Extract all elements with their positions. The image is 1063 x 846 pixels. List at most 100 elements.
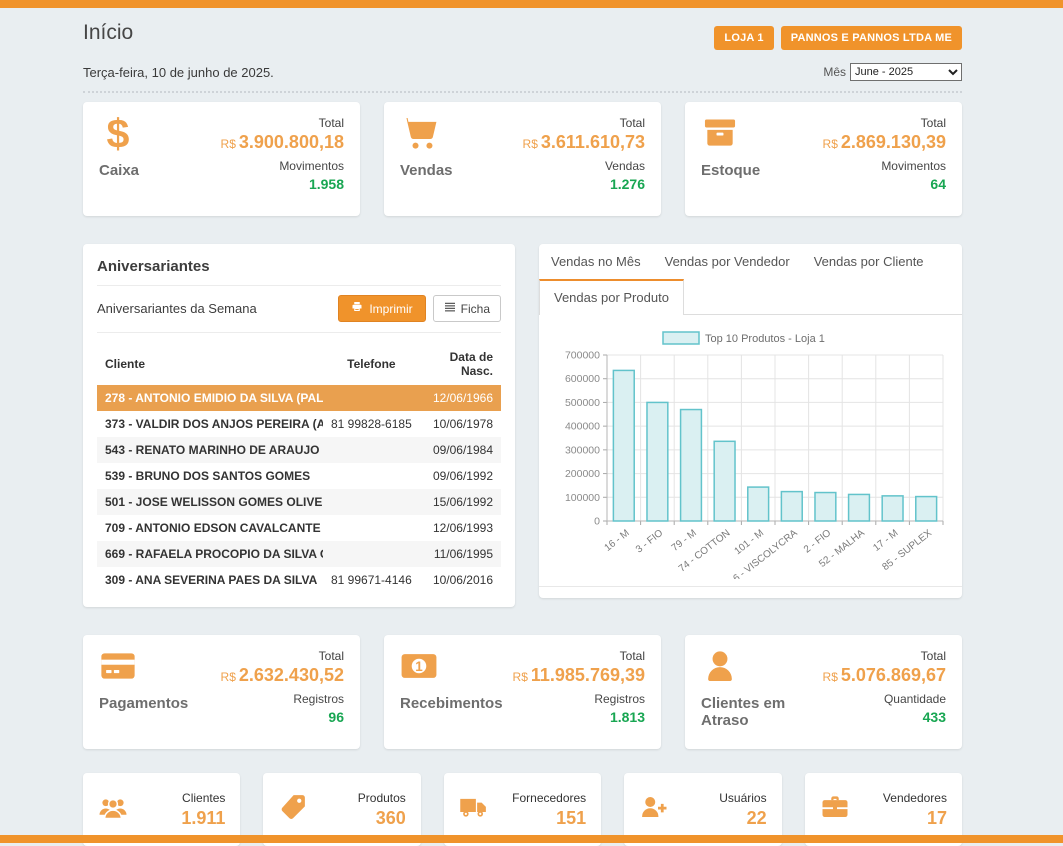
table-row[interactable]: 543 - RENATO MARINHO DE ARAUJO (F...09/0… xyxy=(97,437,501,463)
svg-text:3 - FIO: 3 - FIO xyxy=(634,528,665,556)
svg-text:0: 0 xyxy=(594,516,600,528)
stat-card-vendas: VendasTotalR$3.611.610,73Vendas1.276 xyxy=(384,102,661,216)
svg-text:$: $ xyxy=(107,114,130,152)
mini-card-value: 360 xyxy=(358,808,406,829)
birthdays-panel: Aniversariantes Aniversariantes da Seman… xyxy=(83,244,515,607)
ficha-button[interactable]: Ficha xyxy=(433,295,501,322)
birthdays-table-header: Cliente Telefone Data de Nasc. xyxy=(97,343,501,385)
print-icon xyxy=(351,301,363,316)
stat-count-value: 1.813 xyxy=(513,709,645,725)
stat-count-value: 96 xyxy=(221,709,344,725)
company-badge-button[interactable]: PANNOS E PANNOS LTDA ME xyxy=(781,26,962,50)
currency-prefix: R$ xyxy=(513,670,528,684)
cell-phone xyxy=(323,385,420,411)
currency-prefix: R$ xyxy=(221,670,236,684)
birthdays-buttons: Imprimir Ficha xyxy=(338,295,501,322)
dotted-separator xyxy=(83,91,962,93)
stat-card-left: $ Caixa xyxy=(99,114,139,204)
stat-card-label: Pagamentos xyxy=(99,695,188,712)
birthdays-table: Cliente Telefone Data de Nasc. 278 - ANT… xyxy=(97,343,501,593)
user-icon xyxy=(701,647,823,690)
svg-text:500000: 500000 xyxy=(565,397,600,409)
month-label: Mês xyxy=(823,65,846,79)
stat-total-label: Total xyxy=(221,649,344,663)
print-button[interactable]: Imprimir xyxy=(338,295,425,322)
stat-card-label: Clientes em Atraso xyxy=(701,695,823,729)
credit-card-icon xyxy=(99,647,188,690)
cell-birthdate: 15/06/1992 xyxy=(420,489,501,515)
users-icon xyxy=(98,792,128,827)
stat-card-right: TotalR$3.611.610,73Vendas1.276 xyxy=(523,114,645,204)
mini-card-right: Clientes1.911 xyxy=(181,791,225,829)
stat-card-label: Recebimentos xyxy=(400,695,503,712)
cell-phone xyxy=(323,489,420,515)
table-row[interactable]: 669 - RAFAELA PROCOPIO DA SILVA CA...11/… xyxy=(97,541,501,567)
panels-row: Aniversariantes Aniversariantes da Seman… xyxy=(83,244,962,607)
dollar-icon: $ xyxy=(99,114,139,157)
currency-prefix: R$ xyxy=(823,670,838,684)
sales-tabs-row-1: Vendas no MêsVendas por VendedorVendas p… xyxy=(539,244,962,279)
table-row[interactable]: 309 - ANA SEVERINA PAES DA SILVA81 99671… xyxy=(97,567,501,593)
cell-client: 539 - BRUNO DOS SANTOS GOMES xyxy=(97,463,323,489)
table-row[interactable]: 501 - JOSE WELISSON GOMES OLIVEIR...15/0… xyxy=(97,489,501,515)
table-row[interactable]: 539 - BRUNO DOS SANTOS GOMES09/06/1992 xyxy=(97,463,501,489)
stat-total-amount: 3.611.610,73 xyxy=(541,132,645,152)
mini-card-right: Usuários22 xyxy=(719,791,766,829)
tab-vendas-por-vendedor[interactable]: Vendas por Vendedor xyxy=(653,244,802,279)
stat-total-value: R$5.076.869,67 xyxy=(823,665,946,686)
stat-total-label: Total xyxy=(513,649,645,663)
currency-prefix: R$ xyxy=(523,137,538,151)
stat-total-amount: 5.076.869,67 xyxy=(841,665,946,685)
box-icon xyxy=(701,114,760,157)
tab-vendas-por-cliente[interactable]: Vendas por Cliente xyxy=(802,244,936,279)
stat-count-value: 1.958 xyxy=(221,176,344,192)
cell-phone xyxy=(323,463,420,489)
stat-card-pagamentos: PagamentosTotalR$2.632.430,52Registros96 xyxy=(83,635,360,749)
stat-total-amount: 2.632.430,52 xyxy=(239,665,344,685)
stat-total-value: R$11.985.769,39 xyxy=(513,665,645,686)
briefcase-icon xyxy=(820,792,850,827)
month-filter: Mês June - 2025 xyxy=(823,63,962,81)
list-icon xyxy=(444,301,456,316)
tabs-filler xyxy=(684,279,962,315)
date-text: Terça-feira, 10 de junho de 2025. xyxy=(83,65,274,80)
stat-card-label: Estoque xyxy=(701,162,760,179)
stat-card-left: 1Recebimentos xyxy=(400,647,503,737)
stat-count-value: 64 xyxy=(823,176,946,192)
svg-text:400000: 400000 xyxy=(565,421,600,433)
table-row[interactable]: 278 - ANTONIO EMIDIO DA SILVA (PALE...12… xyxy=(97,385,501,411)
stat-card-left: Clientes em Atraso xyxy=(701,647,823,737)
stat-count-value: 433 xyxy=(823,709,946,725)
table-row[interactable]: 373 - VALDIR DOS ANJOS PEREIRA (AN...81 … xyxy=(97,411,501,437)
month-select[interactable]: June - 2025 xyxy=(850,63,962,81)
stat-total-label: Total xyxy=(523,116,645,130)
stat-count-label: Registros xyxy=(513,692,645,706)
cell-client: 309 - ANA SEVERINA PAES DA SILVA xyxy=(97,567,323,593)
tab-vendas-no-mes[interactable]: Vendas no Mês xyxy=(539,244,653,279)
tab-vendas-por-produto[interactable]: Vendas por Produto xyxy=(539,279,684,315)
stat-cards-row-2: PagamentosTotalR$2.632.430,52Registros96… xyxy=(83,635,962,749)
currency-prefix: R$ xyxy=(221,137,236,151)
mini-card-value: 1.911 xyxy=(181,808,225,829)
top-accent-bar xyxy=(0,0,1063,8)
truck-icon xyxy=(459,792,489,827)
sales-panel: Vendas no MêsVendas por VendedorVendas p… xyxy=(539,244,962,598)
svg-text:17 - M: 17 - M xyxy=(871,528,900,554)
column-header-cliente: Cliente xyxy=(97,343,323,385)
column-header-telefone: Telefone xyxy=(323,343,420,385)
mini-card-label: Produtos xyxy=(358,791,406,805)
stat-total-value: R$2.632.430,52 xyxy=(221,665,344,686)
mini-card-label: Vendedores xyxy=(883,791,947,805)
stat-card-left: Pagamentos xyxy=(99,647,188,737)
mini-card-right: Fornecedores151 xyxy=(512,791,586,829)
cell-phone xyxy=(323,515,420,541)
stat-card-label: Caixa xyxy=(99,162,139,179)
stat-card-estoque: EstoqueTotalR$2.869.130,39Movimentos64 xyxy=(685,102,962,216)
stat-card-right: TotalR$2.632.430,52Registros96 xyxy=(221,647,344,737)
table-row[interactable]: 709 - ANTONIO EDSON CAVALCANTE D...12/06… xyxy=(97,515,501,541)
store-badge-button[interactable]: LOJA 1 xyxy=(714,26,773,50)
stat-card-right: Total R$11.985.769,39 Registros 1.813 xyxy=(513,647,645,737)
svg-text:100000: 100000 xyxy=(565,492,600,504)
stat-total-value: R$2.869.130,39 xyxy=(823,132,946,153)
stat-count-label: Quantidade xyxy=(823,692,946,706)
